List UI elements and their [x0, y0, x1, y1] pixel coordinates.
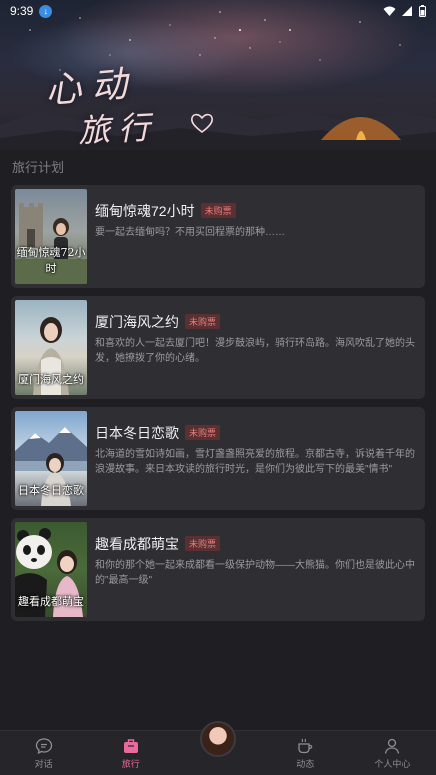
ticket-status-badge: 未购票: [185, 425, 221, 440]
thumbnail-caption: 厦门海风之约: [18, 373, 84, 386]
trip-card[interactable]: 厦门海风之约 厦门海风之约 未购票 和喜欢的人一起去厦门吧！漫步鼓浪屿，骑行环岛路…: [11, 296, 425, 399]
trip-card[interactable]: 缅甸惊魂72小时 缅甸惊魂72小时 未购票 要一起去缅甸吗？不用买回程票的那种……: [11, 185, 425, 288]
tab-label: 动态: [296, 758, 315, 769]
tab-center-avatar[interactable]: [174, 721, 261, 775]
trip-description: 北海道的雪如诗如画，雪灯盏盏照亮爱的旅程。京都古寺，诉说着千年的浪漫故事。来日本…: [95, 449, 415, 475]
status-bar: 9:39 ↓: [0, 0, 436, 22]
ticket-status-badge: 未购票: [185, 536, 221, 551]
person-icon: [385, 738, 400, 754]
heart-icon: [191, 113, 213, 134]
section-title: 旅行计划: [12, 160, 65, 175]
battery-icon: [419, 5, 426, 17]
trip-title-text: 缅甸惊魂72小时: [95, 203, 195, 219]
trip-title-text: 厦门海风之约: [95, 314, 179, 330]
tab-moments[interactable]: 动态: [262, 731, 349, 775]
trip-thumbnail: 趣看成都萌宝: [15, 522, 87, 617]
trip-title-text: 日本冬日恋歌: [95, 425, 179, 441]
hero-title-line2: 旅行: [77, 107, 160, 150]
tab-label: 对话: [34, 758, 53, 769]
ticket-status-badge: 未购票: [200, 203, 236, 218]
trip-title: 日本冬日恋歌 未购票: [95, 423, 221, 443]
ticket-status-badge: 未购票: [185, 314, 221, 329]
trip-list: 缅甸惊魂72小时 缅甸惊魂72小时 未购票 要一起去缅甸吗？不用买回程票的那种………: [11, 185, 425, 629]
trip-description: 要一起去缅甸吗？不用买回程票的那种……: [95, 227, 285, 238]
tent-icon: [321, 117, 401, 140]
trip-description: 和你的那个她一起来成都看一级保护动物——大熊猫。你们也是彼此心中的"最高一级": [95, 560, 415, 586]
thumbnail-caption: 缅甸惊魂72小时: [16, 246, 86, 275]
status-indicators: [383, 5, 426, 17]
trip-title: 厦门海风之约 未购票: [95, 312, 221, 332]
hero-banner: 心动 旅行: [0, 0, 436, 150]
bottom-tab-bar: 对话 旅行 动态 个人中心: [0, 721, 436, 775]
tab-chat[interactable]: 对话: [0, 731, 87, 775]
tab-label: 旅行: [121, 758, 140, 769]
thumbnail-caption: 日本冬日恋歌: [18, 484, 84, 497]
coffee-icon: [298, 738, 313, 753]
trip-thumbnail: 缅甸惊魂72小时: [15, 189, 87, 284]
trip-title: 趣看成都萌宝 未购票: [95, 534, 221, 554]
trip-thumbnail: 厦门海风之约: [15, 300, 87, 395]
suitcase-icon: [123, 738, 138, 753]
tab-profile[interactable]: 个人中心: [349, 731, 436, 775]
status-time: 9:39: [10, 4, 34, 18]
trip-thumbnail: 日本冬日恋歌: [15, 411, 87, 506]
trip-title: 缅甸惊魂72小时 未购票: [95, 201, 236, 221]
trip-card[interactable]: 日本冬日恋歌 日本冬日恋歌 未购票 北海道的雪如诗如画，雪灯盏盏照亮爱的旅程。京都…: [11, 407, 425, 510]
wifi-icon: [383, 6, 396, 16]
trip-description: 和喜欢的人一起去厦门吧！漫步鼓浪屿，骑行环岛路。海风吹乱了她的头发，她撩拨了你的…: [95, 338, 415, 364]
trip-title-text: 趣看成都萌宝: [95, 536, 179, 552]
download-icon: ↓: [39, 4, 53, 18]
trip-card[interactable]: 趣看成都萌宝 趣看成都萌宝 未购票 和你的那个她一起来成都看一级保护动物——大熊猫…: [11, 518, 425, 621]
thumbnail-caption: 趣看成都萌宝: [18, 595, 84, 608]
signal-icon: [402, 5, 412, 16]
avatar[interactable]: [200, 721, 236, 757]
tab-label: 个人中心: [374, 758, 411, 769]
chat-icon: [35, 737, 52, 754]
tab-travel[interactable]: 旅行: [87, 731, 174, 775]
